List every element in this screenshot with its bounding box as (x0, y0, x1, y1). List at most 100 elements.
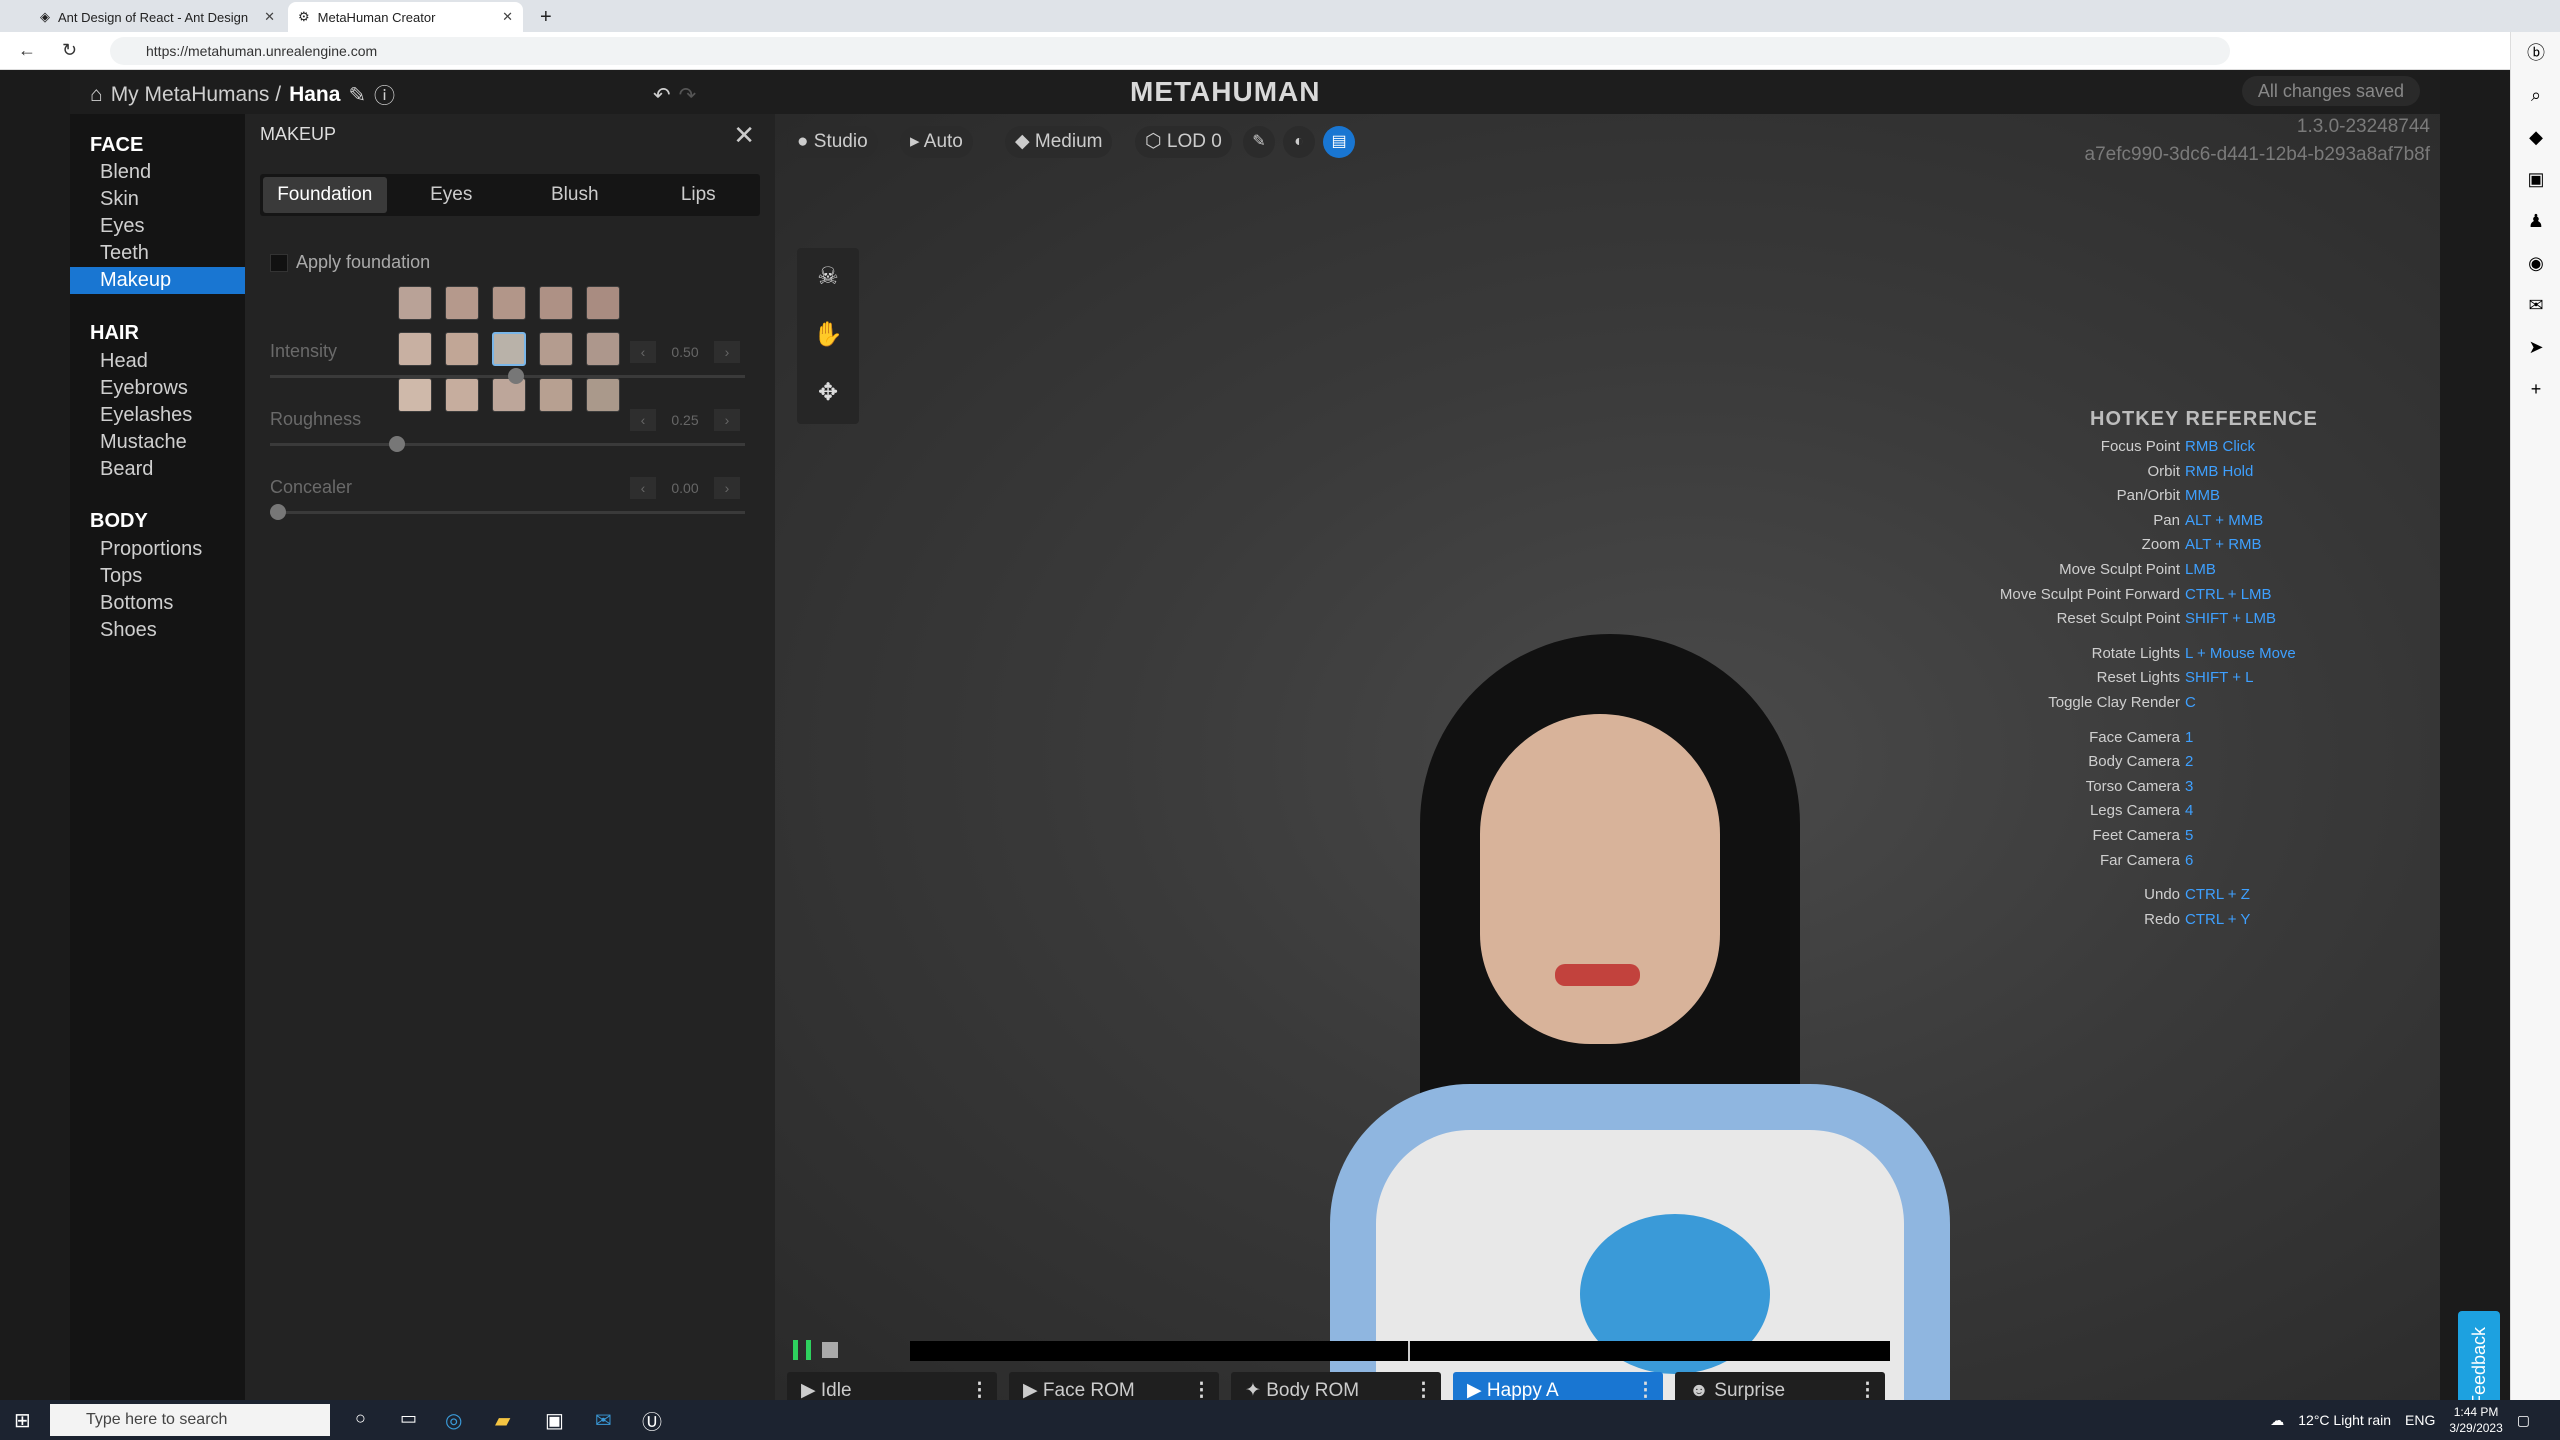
apply-foundation-checkbox[interactable]: Apply foundation (270, 252, 430, 273)
sculpt-hand-icon[interactable]: ✋ (797, 306, 859, 364)
slider-track[interactable] (270, 368, 745, 384)
foundation-swatch[interactable] (539, 378, 573, 412)
foundation-swatch[interactable] (492, 378, 526, 412)
overlay-toggle-icon[interactable]: ▤ (1323, 126, 1355, 158)
foundation-swatch[interactable] (586, 332, 620, 366)
makeup-tabs: Foundation Eyes Blush Lips (260, 174, 760, 216)
language-indicator[interactable]: ENG (2405, 1412, 2435, 1428)
tab-blush[interactable]: Blush (513, 174, 637, 216)
foundation-swatch[interactable] (445, 286, 479, 320)
back-icon[interactable]: ← (18, 40, 36, 61)
timeline-scrubber[interactable] (910, 1341, 1890, 1361)
search-icon[interactable]: ⌕ (2511, 74, 2560, 116)
foundation-swatch[interactable] (492, 332, 526, 366)
cortana-icon[interactable]: ○ (355, 1408, 366, 1429)
tab-lips[interactable]: Lips (637, 174, 761, 216)
games-icon[interactable]: ♟ (2511, 200, 2560, 242)
foundation-swatch[interactable] (398, 378, 432, 412)
increment-icon[interactable]: › (714, 477, 740, 499)
notification-icon[interactable]: ▢ (2517, 1412, 2530, 1429)
stop-icon[interactable] (822, 1342, 838, 1358)
home-icon[interactable]: ⌂ (90, 83, 103, 107)
help-icon[interactable]: ⓘ (374, 80, 395, 110)
close-tab-icon[interactable]: ✕ (264, 9, 275, 25)
slider-knob[interactable] (270, 504, 286, 520)
undo-icon[interactable]: ↶ (653, 83, 671, 108)
nav-item-shoes[interactable]: Shoes (70, 617, 245, 644)
decrement-icon[interactable]: ‹ (630, 477, 656, 499)
foundation-swatch[interactable] (539, 332, 573, 366)
foundation-swatch[interactable] (445, 378, 479, 412)
weather-text[interactable]: 12°C Light rain (2298, 1412, 2391, 1428)
url-input[interactable]: https://metahuman.unrealengine.com (110, 37, 2230, 65)
tab-eyes[interactable]: Eyes (390, 174, 514, 216)
task-view-icon[interactable]: ▭ (400, 1408, 417, 1429)
shopping-icon[interactable]: ◆ (2511, 116, 2560, 158)
bing-icon[interactable]: ⓑ (2511, 32, 2560, 74)
lod-button[interactable]: ⬡ LOD 0 (1135, 126, 1232, 158)
refresh-icon[interactable]: ↻ (62, 40, 77, 61)
redo-icon[interactable]: ↷ (679, 83, 697, 108)
decrement-icon[interactable]: ‹ (630, 341, 656, 363)
nav-item-eyes[interactable]: Eyes (70, 213, 245, 240)
outlook-icon[interactable]: ✉ (2511, 284, 2560, 326)
nav-item-mustache[interactable]: Mustache (70, 429, 245, 456)
nav-item-blend[interactable]: Blend (70, 159, 245, 186)
nav-item-bottoms[interactable]: Bottoms (70, 590, 245, 617)
unreal-icon[interactable]: Ⓤ (642, 1406, 662, 1435)
quality-medium-button[interactable]: ◆ Medium (1005, 126, 1113, 158)
office-icon[interactable]: ◉ (2511, 242, 2560, 284)
foundation-swatch[interactable] (445, 332, 479, 366)
foundation-swatch[interactable] (539, 286, 573, 320)
foundation-swatch[interactable] (586, 378, 620, 412)
browser-tab-active[interactable]: ⚙ MetaHuman Creator ✕ (288, 2, 523, 32)
slider-track[interactable] (270, 504, 745, 520)
playhead[interactable] (1408, 1341, 1410, 1361)
nav-item-head[interactable]: Head (70, 348, 245, 375)
taskbar-search[interactable]: Type here to search (50, 1404, 330, 1436)
nav-item-skin[interactable]: Skin (70, 186, 245, 213)
foundation-swatch[interactable] (398, 332, 432, 366)
skull-icon[interactable]: ☠ (797, 248, 859, 306)
foundation-swatch[interactable] (398, 286, 432, 320)
mail-icon[interactable]: ✉ (595, 1408, 612, 1433)
store-icon[interactable]: ▣ (545, 1408, 564, 1433)
foundation-swatch[interactable] (492, 286, 526, 320)
nav-item-eyebrows[interactable]: Eyebrows (70, 375, 245, 402)
slider-track[interactable] (270, 436, 745, 452)
nav-item-teeth[interactable]: Teeth (70, 240, 245, 267)
breadcrumb-root[interactable]: My MetaHumans / (111, 83, 281, 107)
close-tab-icon[interactable]: ✕ (502, 9, 513, 25)
increment-icon[interactable]: › (714, 409, 740, 431)
nav-item-beard[interactable]: Beard (70, 456, 245, 483)
brush-icon[interactable]: ✎ (1243, 126, 1275, 158)
add-icon[interactable]: + (2511, 368, 2560, 410)
file-explorer-icon[interactable]: ▰ (495, 1408, 510, 1433)
camera-auto-button[interactable]: ▸ Auto (900, 126, 973, 158)
decrement-icon[interactable]: ‹ (630, 409, 656, 431)
lighting-studio-button[interactable]: ● Studio (787, 126, 878, 158)
new-tab-button[interactable]: + (530, 2, 562, 32)
tab-foundation[interactable]: Foundation (263, 177, 387, 213)
edit-icon[interactable]: ✎ (348, 83, 366, 108)
clay-render-icon[interactable]: ◐ (1283, 126, 1315, 158)
slider-knob[interactable] (388, 436, 405, 452)
nav-item-proportions[interactable]: Proportions (70, 536, 245, 563)
browser-tab[interactable]: ◈ Ant Design of React - Ant Design ✕ (30, 2, 285, 32)
edge-icon[interactable]: ◎ (445, 1408, 462, 1433)
checkbox-box[interactable] (270, 253, 288, 272)
slider-knob[interactable] (507, 368, 524, 384)
pause-icon[interactable] (793, 1340, 811, 1360)
move-icon[interactable]: ✥ (797, 364, 859, 422)
tools-icon[interactable]: ▣ (2511, 158, 2560, 200)
close-icon[interactable]: ✕ (733, 120, 755, 151)
send-icon[interactable]: ➤ (2511, 326, 2560, 368)
foundation-swatch[interactable] (586, 286, 620, 320)
viewport[interactable]: ● Studio ▸ Auto ◆ Medium ⬡ LOD 0 ✎ ◐ ▤ 1… (775, 114, 2440, 1434)
nav-item-eyelashes[interactable]: Eyelashes (70, 402, 245, 429)
increment-icon[interactable]: › (714, 341, 740, 363)
nav-item-makeup[interactable]: Makeup (70, 267, 245, 294)
clock[interactable]: 1:44 PM 3/29/2023 (2449, 1404, 2502, 1436)
windows-start-icon[interactable]: ⊞ (14, 1408, 31, 1433)
nav-item-tops[interactable]: Tops (70, 563, 245, 590)
